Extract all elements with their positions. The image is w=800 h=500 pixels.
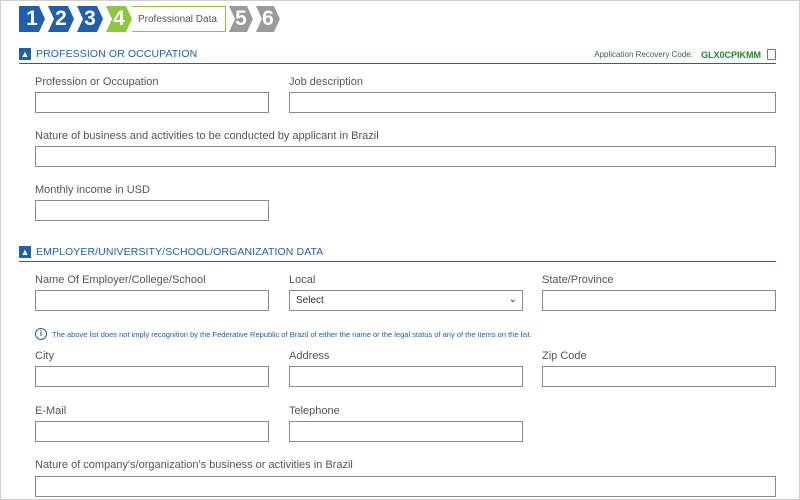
step-1[interactable]: 1: [19, 6, 45, 32]
current-step-label: Professional Data: [132, 6, 226, 32]
recovery-code-value: GLX0CPIKMM: [700, 49, 761, 60]
zip-field[interactable]: [542, 366, 776, 387]
monthly-income-label: Monthly income in USD: [35, 184, 150, 196]
collapse-toggle-icon[interactable]: ▲: [19, 246, 31, 258]
nature-business-field[interactable]: [35, 146, 776, 167]
company-nature-field[interactable]: [35, 476, 776, 497]
job-description-field[interactable]: [289, 92, 776, 113]
employer-name-label: Name Of Employer/College/School: [35, 274, 206, 286]
section-profession-header: ▲ PROFESSION OR OCCUPATION Application R…: [19, 47, 776, 64]
nature-business-label: Nature of business and activities to be …: [35, 130, 379, 142]
address-field[interactable]: [289, 366, 523, 387]
recovery-code-label: Application Recovery Code:: [594, 50, 693, 59]
step-indicator: 1 2 3 4 Professional Data 5 6: [19, 6, 283, 32]
step-2[interactable]: 2: [48, 6, 74, 32]
legal-notice: i The above list does not imply recognit…: [35, 328, 532, 340]
local-label: Local: [289, 274, 316, 286]
telephone-field[interactable]: [289, 421, 523, 442]
legal-notice-text: The above list does not imply recognitio…: [52, 329, 532, 339]
city-label: City: [35, 350, 54, 362]
monthly-income-field[interactable]: [35, 200, 269, 221]
step-5[interactable]: 5: [229, 6, 253, 32]
copy-icon[interactable]: [767, 49, 776, 60]
zip-label: Zip Code: [542, 350, 587, 362]
section-title: PROFESSION OR OCCUPATION: [36, 48, 198, 60]
state-field[interactable]: [542, 290, 776, 311]
step-4[interactable]: 4: [106, 6, 132, 32]
address-label: Address: [289, 350, 330, 362]
company-nature-label: Nature of company's/organization's busin…: [35, 459, 353, 471]
city-field[interactable]: [35, 366, 269, 387]
step-6[interactable]: 6: [256, 6, 280, 32]
telephone-label: Telephone: [289, 405, 340, 417]
info-icon: i: [35, 328, 47, 340]
state-label: State/Province: [542, 274, 614, 286]
email-field[interactable]: [35, 421, 269, 442]
collapse-toggle-icon[interactable]: ▲: [19, 48, 31, 60]
employer-name-field[interactable]: [35, 290, 269, 311]
occupation-label: Profession or Occupation: [35, 76, 159, 88]
step-3[interactable]: 3: [77, 6, 103, 32]
job-description-label: Job description: [289, 76, 363, 88]
section-title: EMPLOYER/UNIVERSITY/SCHOOL/ORGANIZATION …: [36, 246, 324, 258]
chevron-down-icon: ⌄: [508, 294, 517, 305]
occupation-field[interactable]: [35, 92, 269, 113]
recovery-code-area: Application Recovery Code: GLX0CPIKMM: [594, 49, 776, 60]
local-select[interactable]: Select ⌄: [289, 290, 523, 311]
section-employer-header: ▲ EMPLOYER/UNIVERSITY/SCHOOL/ORGANIZATIO…: [19, 245, 776, 262]
local-select-value: Select: [296, 295, 324, 306]
email-label: E-Mail: [35, 405, 67, 417]
